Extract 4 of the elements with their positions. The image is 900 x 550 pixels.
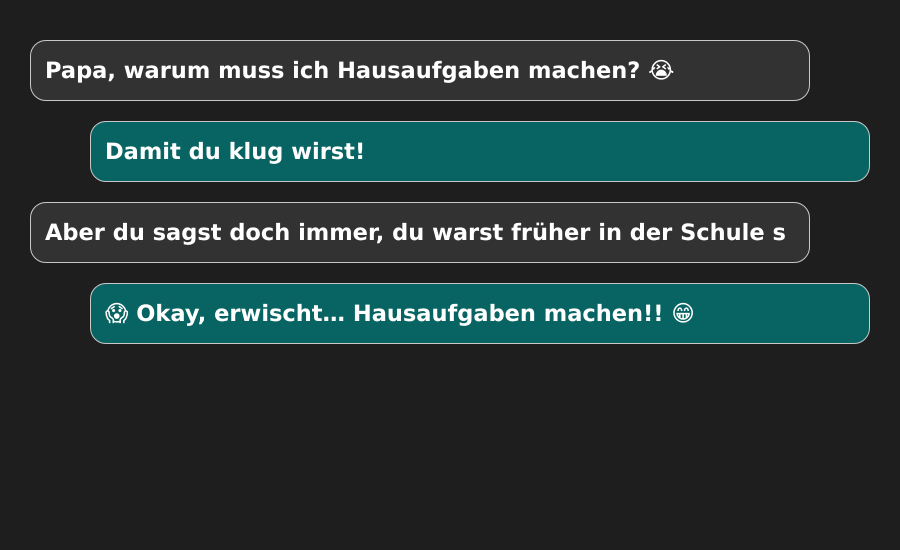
message-bubble: Damit du klug wirst! (90, 121, 870, 182)
message-bubble: Papa, warum muss ich Hausaufgaben machen? 😭 (30, 40, 810, 101)
message-bubble: Aber du sagst doch immer, du warst früher in der Schule s (30, 202, 810, 263)
message-bubble: 😱 Okay, erwischt… Hausaufgaben machen!! 😁 (90, 283, 870, 344)
